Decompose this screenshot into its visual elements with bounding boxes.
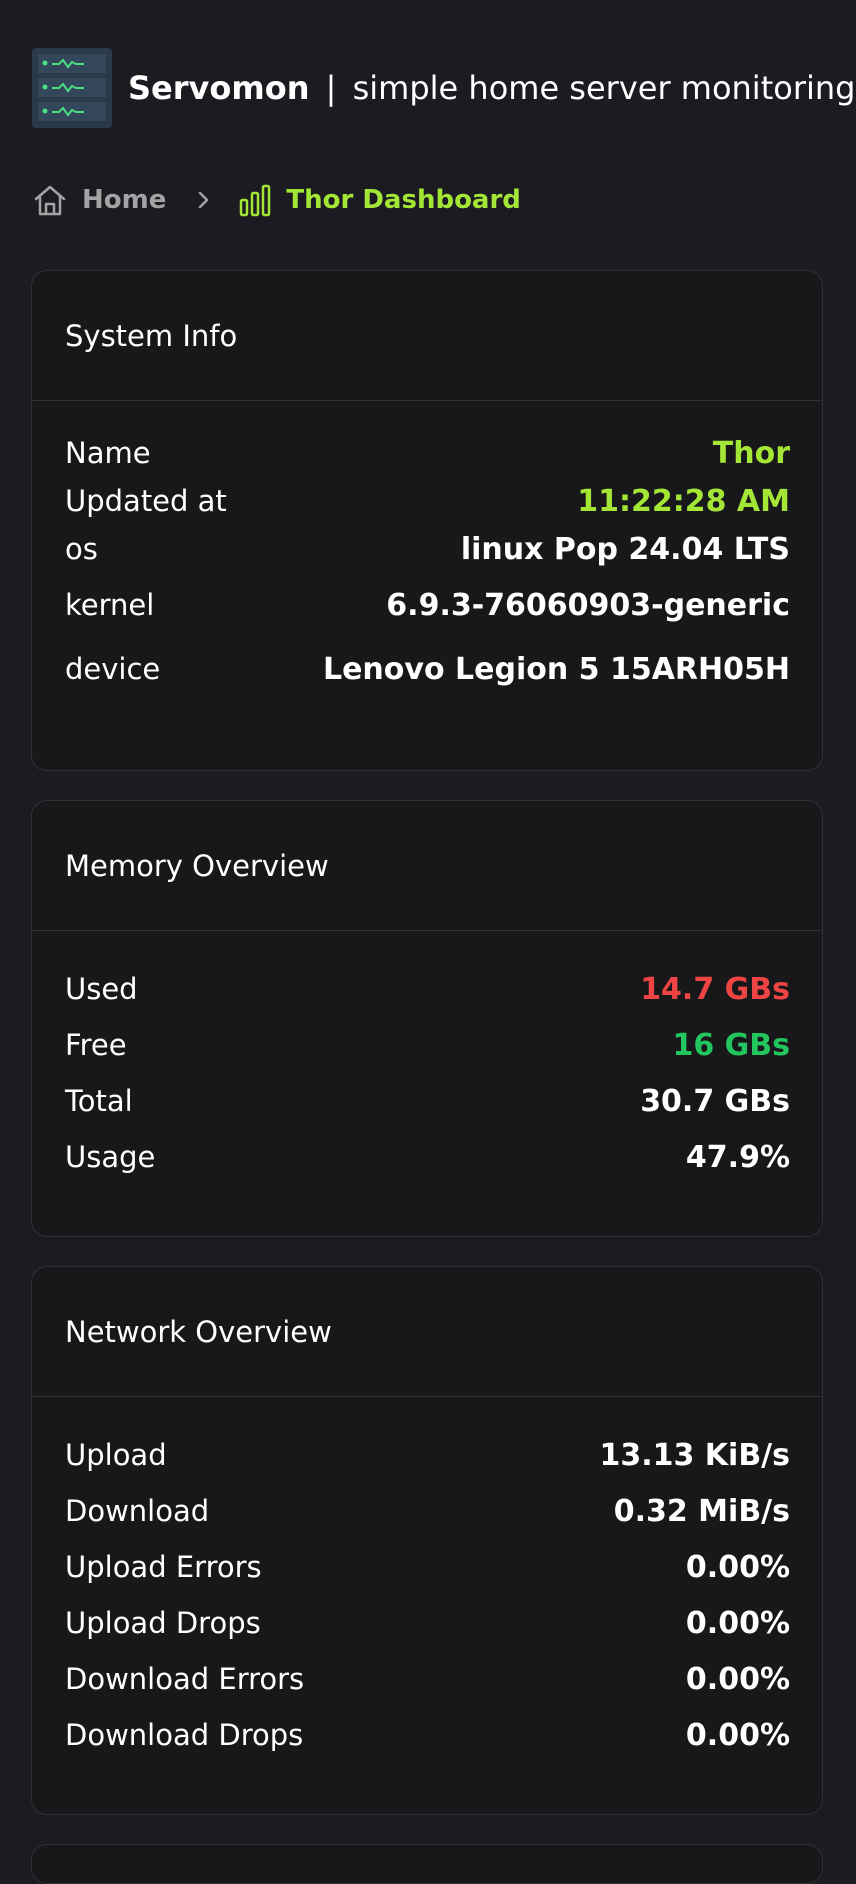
row-value: 30.7 GBs <box>640 1083 790 1119</box>
memory-row-total: Total 30.7 GBs <box>65 1073 790 1129</box>
memory-row-usage: Usage 47.9% <box>65 1129 790 1185</box>
row-label: Updated at <box>65 484 227 518</box>
row-label: Upload <box>65 1438 167 1472</box>
network-row-download-drops: Download Drops 0.00% <box>65 1707 790 1763</box>
brand-separator: | <box>325 69 337 107</box>
card-title: System Info <box>32 271 822 401</box>
memory-overview-card: Memory Overview Used 14.7 GBs Free 16 GB… <box>31 800 823 1237</box>
memory-row-free: Free 16 GBs <box>65 1017 790 1073</box>
network-row-upload: Upload 13.13 KiB/s <box>65 1427 790 1483</box>
server-rack-icon <box>32 48 112 128</box>
row-label: device <box>65 652 161 686</box>
card-title: Memory Overview <box>32 801 822 931</box>
home-icon <box>34 185 66 216</box>
info-row-device: device Lenovo Legion 5 15ARH05H <box>65 637 790 701</box>
breadcrumb-current: Thor Dashboard <box>238 183 521 217</box>
row-label: Total <box>65 1084 133 1118</box>
network-row-download: Download 0.32 MiB/s <box>65 1483 790 1539</box>
chevron-right-icon <box>196 188 212 212</box>
breadcrumb-home-label: Home <box>82 185 167 215</box>
row-value: Thor <box>712 435 790 471</box>
row-label: Name <box>65 436 151 470</box>
network-row-upload-errors: Upload Errors 0.00% <box>65 1539 790 1595</box>
info-row-os: os linux Pop 24.04 LTS <box>65 525 790 573</box>
row-label: Download Errors <box>65 1662 305 1696</box>
system-info-card: System Info Name Thor Updated at 11:22:2… <box>31 270 823 771</box>
app-name: Servomon <box>128 69 310 107</box>
app-tagline: simple home server monitoring <box>352 69 856 107</box>
breadcrumb-current-label: Thor Dashboard <box>286 185 521 215</box>
row-value: 0.00% <box>685 1605 790 1641</box>
row-value: 6.9.3-76060903-generic <box>386 587 790 623</box>
row-value: 0.32 MiB/s <box>613 1493 790 1529</box>
info-row-name: Name Thor <box>65 429 790 477</box>
row-value: 13.13 KiB/s <box>599 1437 790 1473</box>
row-value: 14.7 GBs <box>640 971 790 1007</box>
row-label: Download <box>65 1494 210 1528</box>
row-value: 0.00% <box>685 1717 790 1753</box>
network-overview-card: Network Overview Upload 13.13 KiB/s Down… <box>31 1266 823 1815</box>
card-title: Network Overview <box>32 1267 822 1397</box>
row-value: 0.00% <box>685 1549 790 1585</box>
row-value: linux Pop 24.04 LTS <box>460 531 790 567</box>
row-label: Used <box>65 972 138 1006</box>
row-value: Lenovo Legion 5 15ARH05H <box>322 651 790 687</box>
row-label: Upload Drops <box>65 1606 261 1640</box>
next-card <box>31 1844 823 1884</box>
row-value: 47.9% <box>685 1139 790 1175</box>
row-value: 0.00% <box>685 1661 790 1697</box>
row-value: 16 GBs <box>672 1027 790 1063</box>
row-value: 11:22:28 AM <box>577 483 790 519</box>
row-label: Download Drops <box>65 1718 304 1752</box>
network-row-download-errors: Download Errors 0.00% <box>65 1651 790 1707</box>
row-label: Free <box>65 1028 127 1062</box>
network-row-upload-drops: Upload Drops 0.00% <box>65 1595 790 1651</box>
breadcrumb: Home Thor Dashboard <box>32 180 521 220</box>
row-label: kernel <box>65 588 155 622</box>
info-row-updated: Updated at 11:22:28 AM <box>65 477 790 525</box>
memory-row-used: Used 14.7 GBs <box>65 961 790 1017</box>
row-label: os <box>65 532 98 566</box>
row-label: Usage <box>65 1140 156 1174</box>
bar-chart-icon <box>240 184 271 217</box>
app-brand: Servomon | simple home server monitoring <box>128 69 855 107</box>
row-label: Upload Errors <box>65 1550 262 1584</box>
app-header: Servomon | simple home server monitoring <box>32 48 855 128</box>
breadcrumb-home-link[interactable]: Home <box>32 182 166 218</box>
info-row-kernel: kernel 6.9.3-76060903-generic <box>65 573 790 637</box>
